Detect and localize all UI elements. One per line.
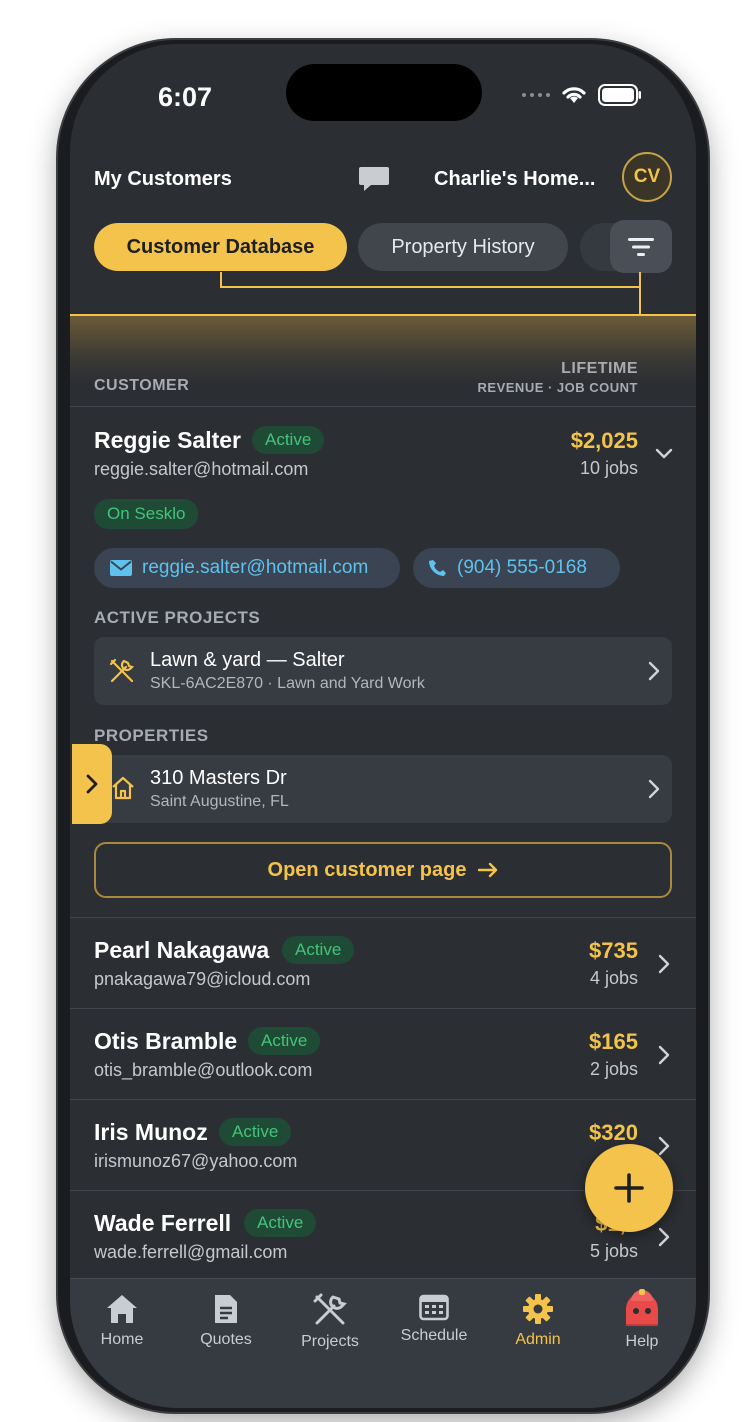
customer-revenue: $735 — [589, 938, 638, 963]
nav-label: Quotes — [200, 1331, 252, 1348]
status-icons — [522, 84, 642, 106]
house-icon — [110, 775, 136, 806]
phone-icon — [429, 560, 446, 576]
gear-icon — [523, 1294, 553, 1324]
plus-icon — [614, 1173, 644, 1203]
status-badge: Active — [248, 1027, 321, 1055]
nav-help[interactable]: Help — [590, 1287, 694, 1351]
divider — [70, 1008, 696, 1009]
divider — [70, 917, 696, 918]
phone-contact-button[interactable]: (904) 555-0168 — [413, 548, 620, 588]
open-customer-page-label: Open customer page — [267, 858, 467, 881]
status-badge: Active — [244, 1209, 317, 1237]
tab-connector-line — [220, 272, 641, 288]
mail-icon — [110, 560, 132, 576]
business-name[interactable]: Charlie's Home... — [434, 168, 595, 191]
wifi-icon — [562, 87, 586, 103]
dynamic-island — [286, 64, 482, 121]
status-badge: Active — [219, 1118, 292, 1146]
customer-job-count: 5 jobs — [589, 1241, 638, 1261]
nav-label: Help — [625, 1333, 659, 1350]
customer-name: Pearl Nakagawa — [94, 937, 270, 963]
avatar[interactable]: CV — [622, 152, 672, 202]
chevron-right-icon — [654, 1136, 674, 1156]
filter-button[interactable] — [610, 220, 672, 273]
chevron-right-icon — [648, 779, 660, 804]
nav-label: Admin — [515, 1331, 561, 1348]
signal-icon — [522, 93, 550, 97]
customer-email: reggie.salter@hotmail.com — [94, 459, 309, 479]
calendar-icon — [419, 1294, 449, 1321]
active-projects-label: ACTIVE PROJECTS — [94, 608, 261, 627]
chevron-right-icon — [86, 774, 98, 794]
drawer-toggle-button[interactable] — [72, 744, 112, 824]
customer-email: irismunoz67@yahoo.com — [94, 1151, 298, 1171]
divider — [70, 1099, 696, 1100]
tab-property-history[interactable]: Property History — [358, 223, 568, 271]
home-icon — [107, 1295, 137, 1323]
chevron-right-icon — [648, 661, 660, 686]
customer-name: Iris Munoz — [94, 1119, 208, 1145]
helper-icon — [626, 1289, 658, 1326]
customer-job-count: 10 jobs — [579, 458, 638, 478]
chevron-down-icon[interactable] — [654, 444, 674, 464]
arrow-right-icon — [478, 862, 498, 878]
nav-admin[interactable]: Admin — [486, 1293, 590, 1349]
page-title: My Customers — [94, 168, 232, 190]
tools-icon — [108, 657, 136, 690]
email-contact-button[interactable]: reggie.salter@hotmail.com — [94, 548, 400, 588]
status-badge: Active — [252, 426, 325, 454]
battery-icon — [598, 84, 641, 106]
customer-revenue: $320 — [589, 1120, 638, 1145]
nav-quotes[interactable]: Quotes — [174, 1293, 278, 1349]
nav-label: Projects — [301, 1333, 359, 1350]
chevron-right-icon — [654, 954, 674, 974]
status-badge: Active — [282, 936, 355, 964]
project-card[interactable]: Lawn & yard — Salter SKL-6AC2E870 · Lawn… — [94, 637, 672, 705]
tab-connector-stem — [639, 288, 641, 316]
chevron-right-icon — [654, 1045, 674, 1065]
customer-revenue: $2,025 — [570, 428, 638, 453]
column-header-lifetime: LIFETIME — [561, 360, 638, 377]
customer-job-count: 4 jobs — [589, 968, 638, 988]
tab-customer-database[interactable]: Customer Database — [94, 223, 347, 271]
filter-icon — [628, 237, 654, 256]
customer-email: wade.ferrell@gmail.com — [94, 1242, 288, 1262]
nav-schedule[interactable]: Schedule — [382, 1293, 486, 1345]
tag-badge: On Sesklo — [94, 499, 199, 529]
divider — [70, 406, 696, 407]
customer-name: Wade Ferrell — [94, 1210, 232, 1236]
property-city: Saint Augustine, FL — [150, 793, 289, 810]
customer-name[interactable]: Reggie Salter — [94, 427, 241, 454]
properties-label: PROPERTIES — [94, 726, 209, 745]
customer-revenue: $165 — [589, 1029, 638, 1054]
project-title: Lawn & yard — Salter — [150, 649, 345, 671]
column-header-lifetime-sub: REVENUE · JOB COUNT — [477, 380, 638, 395]
chat-icon[interactable] — [358, 162, 390, 199]
customer-email: otis_bramble@outlook.com — [94, 1060, 313, 1080]
add-button[interactable] — [585, 1144, 673, 1232]
app-screen: 6:07 My Customers Charlie's Home... CV C… — [70, 44, 696, 1408]
nav-label: Home — [100, 1331, 144, 1348]
customer-email: pnakagawa79@icloud.com — [94, 969, 311, 989]
nav-projects[interactable]: Projects — [278, 1293, 382, 1351]
document-icon — [215, 1295, 237, 1323]
property-card[interactable]: 310 Masters Dr Saint Augustine, FL — [94, 755, 672, 823]
phone-contact-label: (904) 555-0168 — [457, 557, 587, 578]
column-header-customer: CUSTOMER — [94, 377, 190, 394]
nav-label: Schedule — [400, 1327, 468, 1344]
email-contact-label: reggie.salter@hotmail.com — [142, 557, 369, 578]
open-customer-page-button[interactable]: Open customer page — [94, 842, 672, 898]
phone-frame: 6:07 My Customers Charlie's Home... CV C… — [58, 40, 708, 1412]
customer-name: Otis Bramble — [94, 1028, 238, 1054]
status-time: 6:07 — [158, 82, 213, 112]
tools-icon — [313, 1293, 347, 1325]
chevron-right-icon — [654, 1227, 674, 1247]
nav-home[interactable]: Home — [70, 1293, 174, 1349]
project-subtitle: SKL-6AC2E870 · Lawn and Yard Work — [150, 675, 425, 692]
customer-job-count: 2 jobs — [589, 1059, 638, 1079]
bottom-nav: Home Quotes Projects Schedule Admin Help — [70, 1278, 696, 1408]
property-address: 310 Masters Dr — [150, 767, 287, 789]
